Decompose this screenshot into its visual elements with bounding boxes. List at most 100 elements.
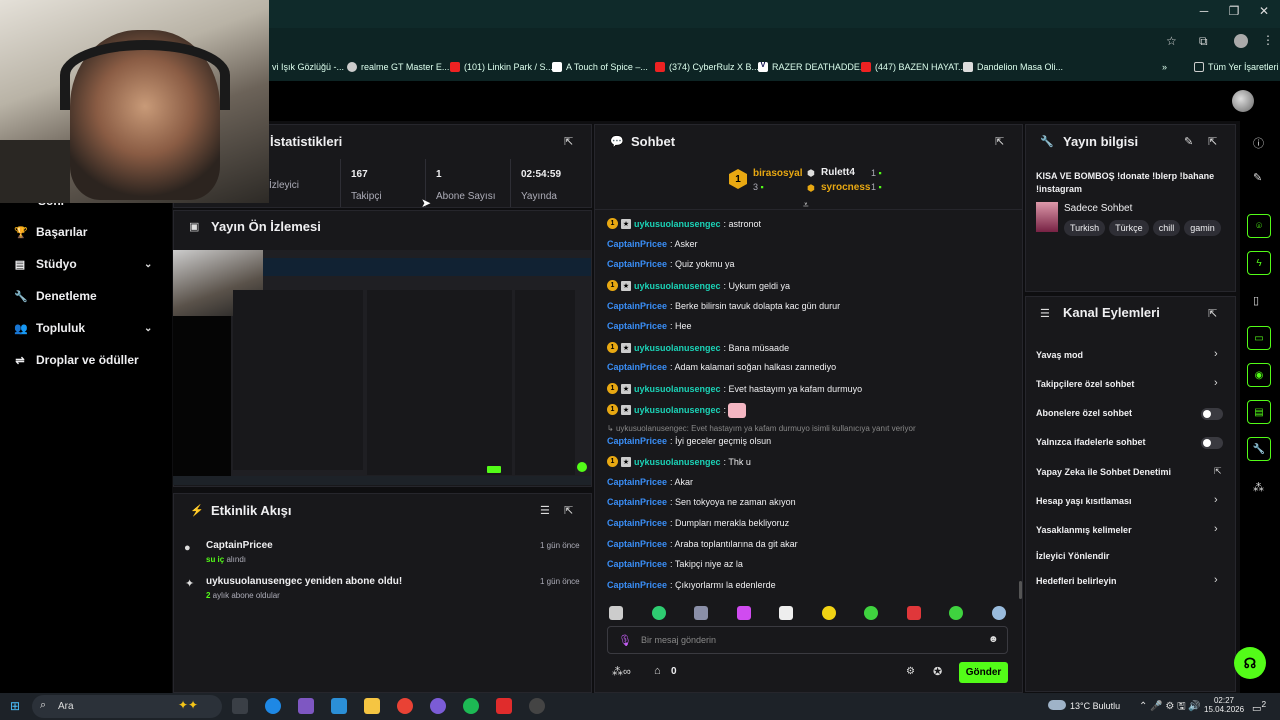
gift-box-icon[interactable]: ⌂ xyxy=(654,665,661,677)
emote-icon[interactable] xyxy=(949,606,963,620)
info-icon[interactable]: ⓘ xyxy=(1253,135,1264,151)
menu-icon[interactable]: ⋮ xyxy=(1262,33,1274,47)
action-redirect[interactable]: İzleyici Yönlendir xyxy=(1036,551,1109,561)
leader-2-name[interactable]: Rulett4 xyxy=(821,167,855,178)
community-icon[interactable]: ⁂ xyxy=(1253,481,1264,494)
action-slow-mode[interactable]: Yavaş mod xyxy=(1036,350,1083,360)
chat-username[interactable]: CaptainPricee xyxy=(607,321,667,331)
tag[interactable]: Türkçe xyxy=(1109,220,1149,236)
edit-icon[interactable]: ✎ xyxy=(1184,135,1193,148)
chat-username[interactable]: uykusuolanusengec xyxy=(634,219,721,229)
popout-icon[interactable]: ⇱ xyxy=(1208,307,1217,320)
all-bookmarks[interactable]: Tüm Yer İşaretleri xyxy=(1194,62,1279,72)
popout-icon[interactable]: ⇱ xyxy=(995,135,1004,148)
channel-points-icon[interactable]: ⁂∞ xyxy=(612,665,631,678)
chevron-right-icon[interactable]: › xyxy=(1214,494,1218,506)
popout-icon[interactable]: ⇱ xyxy=(564,504,573,517)
sidebar-item-drops[interactable]: ⇌ Droplar ve ödüller xyxy=(14,353,138,367)
emote-icon[interactable] xyxy=(737,606,751,620)
rail-chat-button[interactable]: ▭ xyxy=(1247,326,1271,350)
edge-icon[interactable] xyxy=(265,698,281,714)
windows-start-icon[interactable]: ⊞ xyxy=(10,699,20,713)
star-icon[interactable]: ☆ xyxy=(1166,34,1177,48)
explorer-icon[interactable] xyxy=(364,698,380,714)
tray-icons[interactable]: ⌃ 🎤 ⚙ 🖫 🔊 xyxy=(1139,699,1201,716)
action-goals[interactable]: Hedefleri belirleyin xyxy=(1036,576,1117,586)
emote-icon[interactable] xyxy=(652,606,666,620)
extensions-icon[interactable]: ⧉ xyxy=(1199,34,1208,49)
chat-username[interactable]: uykusuolanusengec xyxy=(634,405,721,415)
leader-1-name[interactable]: birasosyal xyxy=(753,168,802,179)
emoji-icon[interactable]: ☻ xyxy=(988,634,999,645)
task-view-icon[interactable] xyxy=(232,698,248,714)
chevron-right-icon[interactable]: › xyxy=(1214,523,1218,535)
microphone-icon[interactable]: 🎙 xyxy=(618,634,632,647)
chat-scrollbar[interactable] xyxy=(1019,581,1022,599)
chat-username[interactable]: uykusuolanusengec xyxy=(634,457,721,467)
popout-icon[interactable]: ⇱ xyxy=(1208,135,1217,148)
app-icon[interactable] xyxy=(496,698,512,714)
chat-username[interactable]: CaptainPricee xyxy=(607,362,667,372)
emote-icon[interactable] xyxy=(822,606,836,620)
taskbar-search[interactable]: ⌕ Ara ✦✦ xyxy=(32,695,222,718)
app-icon[interactable] xyxy=(529,698,545,714)
emote-icon[interactable] xyxy=(992,606,1006,620)
bookmark[interactable]: (447) BAZEN HAYAT... xyxy=(861,62,966,72)
minimize-icon[interactable]: ─ xyxy=(1189,4,1219,18)
emote-icon[interactable] xyxy=(694,606,708,620)
tag[interactable]: chill xyxy=(1152,220,1181,236)
spotify-icon[interactable] xyxy=(463,698,479,714)
chat-input[interactable]: 🎙 Bir mesaj gönderin ☻ xyxy=(607,626,1008,654)
action-emote-chat[interactable]: Yalnızca ifadelerle sohbet xyxy=(1036,437,1146,447)
copilot-icon[interactable] xyxy=(298,698,314,714)
tag[interactable]: Turkish xyxy=(1064,220,1106,236)
chat-username[interactable]: uykusuolanusengec xyxy=(634,384,721,394)
chat-username[interactable]: CaptainPricee xyxy=(607,539,667,549)
rail-lightning-button[interactable]: ϟ xyxy=(1247,251,1271,275)
store-icon[interactable] xyxy=(331,698,347,714)
send-button[interactable]: Gönder xyxy=(959,662,1008,683)
action-follower-chat[interactable]: Takipçilere özel sohbet xyxy=(1036,379,1134,389)
bookmark[interactable]: Dandelion Masa Oli... xyxy=(963,62,1063,72)
chat-username[interactable]: CaptainPricee xyxy=(607,580,667,590)
popout-icon[interactable]: ⇱ xyxy=(564,135,573,148)
bot-icon[interactable]: ✪ xyxy=(933,665,942,678)
stream-preview-video[interactable] xyxy=(173,250,591,485)
restore-icon[interactable]: ❐ xyxy=(1219,4,1249,18)
bookmark[interactable]: (374) CyberRulz X B... xyxy=(655,62,759,72)
bookmark[interactable]: vi Işık Gözlüğü -... xyxy=(272,62,344,72)
edit-icon[interactable]: ✎ xyxy=(1253,171,1262,184)
avatar[interactable] xyxy=(1232,90,1254,112)
weather-text[interactable]: 13°C Bulutlu xyxy=(1070,701,1120,711)
emote-chat-toggle[interactable] xyxy=(1201,437,1223,449)
chat-username[interactable]: CaptainPricee xyxy=(607,477,667,487)
action-banned-words[interactable]: Yasaklanmış kelimeler xyxy=(1036,525,1132,535)
chat-username[interactable]: CaptainPricee xyxy=(607,497,667,507)
chevron-right-icon[interactable]: › xyxy=(1214,348,1218,360)
chat-username[interactable]: CaptainPricee xyxy=(607,436,667,446)
sidebar-item-moderation[interactable]: 🔧 Denetleme xyxy=(14,289,97,303)
sidebar-item-community[interactable]: 👥 Topluluk ⌄ xyxy=(14,321,172,335)
action-ai-moderation[interactable]: Yapay Zeka ile Sohbet Denetimi xyxy=(1036,467,1171,477)
document-icon[interactable]: ▯ xyxy=(1253,294,1259,307)
bookmark[interactable]: V RAZER DEATHADDE... xyxy=(758,62,867,72)
rail-actions-button[interactable]: ▤ xyxy=(1247,400,1271,424)
emote-icon[interactable] xyxy=(609,606,623,620)
notification-icon[interactable]: ▭2 xyxy=(1252,699,1266,714)
chrome-icon[interactable] xyxy=(397,698,413,714)
tag[interactable]: gamin xyxy=(1184,220,1221,236)
chat-username[interactable]: CaptainPricee xyxy=(607,301,667,311)
chat-username[interactable]: CaptainPricee xyxy=(607,259,667,269)
emote-icon[interactable] xyxy=(864,606,878,620)
rail-broadcast-button[interactable]: ◉ xyxy=(1247,363,1271,387)
app-icon[interactable] xyxy=(430,698,446,714)
filter-icon[interactable]: ☰ xyxy=(540,504,550,517)
external-link-icon[interactable]: ⇱ xyxy=(1214,466,1222,477)
settings-gear-icon[interactable]: ⚙ xyxy=(906,666,915,677)
rail-wrench-button[interactable]: 🔧 xyxy=(1247,437,1271,461)
chat-username[interactable]: CaptainPricee xyxy=(607,518,667,528)
clock[interactable]: 02:27 15.04.2026 xyxy=(1204,696,1244,714)
bookmark[interactable]: (101) Linkin Park / S... xyxy=(450,62,553,72)
more-bookmarks-icon[interactable]: » xyxy=(1162,62,1167,72)
bookmark[interactable]: A Touch of Spice –... xyxy=(552,62,648,72)
